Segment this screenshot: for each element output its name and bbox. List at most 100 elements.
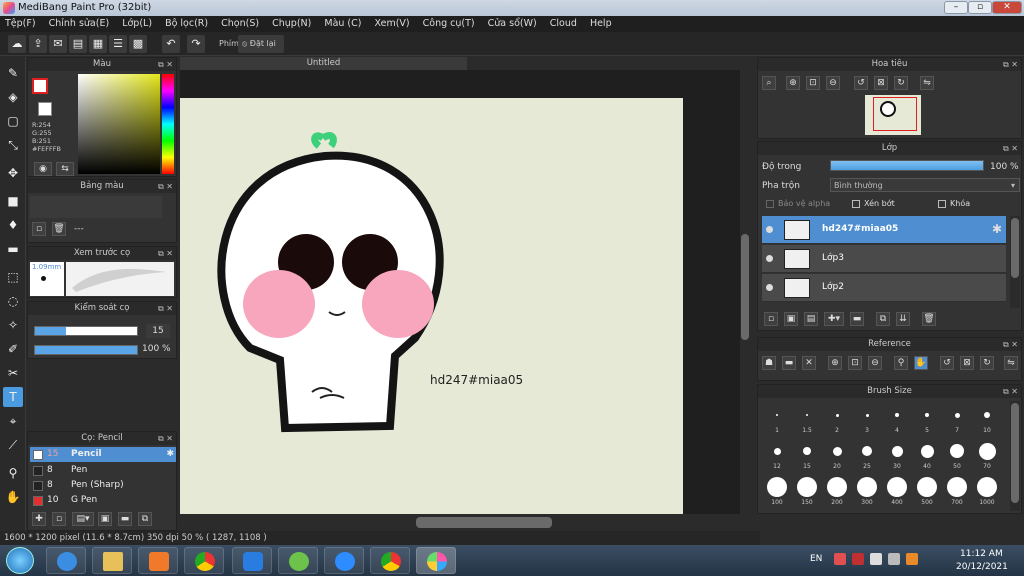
new-halftone-layer-icon[interactable]: ▣: [784, 312, 798, 326]
brush-copy-icon[interactable]: ▣: [98, 512, 112, 526]
brush-size-option[interactable]: 3: [852, 403, 882, 434]
panel-close-icon[interactable]: ⧉ ✕: [158, 58, 173, 71]
tray-network-icon[interactable]: [870, 553, 882, 565]
brush-size-option[interactable]: 20: [822, 439, 852, 470]
lock-checkbox[interactable]: [938, 200, 946, 208]
menu-edit[interactable]: Chỉnh sửa(E): [44, 16, 115, 29]
brush-item-pencil[interactable]: 15 Pencil ✱: [30, 447, 176, 462]
gear-icon[interactable]: ✱: [992, 222, 1002, 236]
new-brush-icon[interactable]: ▫: [52, 512, 66, 526]
layer-scroll-thumb[interactable]: [1011, 218, 1019, 278]
divide-tool-icon[interactable]: ⟋: [3, 435, 23, 455]
vertical-scroll-thumb[interactable]: [741, 234, 749, 340]
menu-help[interactable]: Help: [585, 16, 617, 29]
brush-menu-icon[interactable]: ▤▾: [72, 512, 94, 526]
document-tab[interactable]: Untitled: [180, 57, 467, 70]
brush-size-option[interactable]: 50: [942, 439, 972, 470]
brush-size-option[interactable]: 12: [762, 439, 792, 470]
taskbar-ie[interactable]: [46, 547, 86, 574]
menu-filter[interactable]: Bộ lọc(R): [160, 16, 213, 29]
blend-mode-select[interactable]: Bình thường ▾: [830, 178, 1020, 192]
brush-size-option[interactable]: 1.5: [792, 403, 822, 434]
select-pen-tool-icon[interactable]: ✐: [3, 339, 23, 359]
text-tool-icon[interactable]: T: [3, 387, 23, 407]
new-folder-icon[interactable]: ▬: [850, 312, 864, 326]
brush-size-option[interactable]: 1000: [972, 475, 1002, 506]
lasso-tool-icon[interactable]: ◌: [3, 291, 23, 311]
protect-alpha-checkbox[interactable]: [766, 200, 774, 208]
brush-item-pen[interactable]: 8 Pen: [30, 463, 176, 478]
reference-add-icon[interactable]: ☗: [762, 356, 776, 370]
grid-icon[interactable]: ▩: [129, 35, 147, 53]
layer-row[interactable]: Lớp2: [762, 274, 1006, 302]
brush-size-option[interactable]: 10: [972, 403, 1002, 434]
taskbar-media[interactable]: [138, 547, 178, 574]
reference-fit-window-icon[interactable]: ⊠: [960, 356, 974, 370]
brush-size-option[interactable]: 400: [882, 475, 912, 506]
dot-tool-icon[interactable]: ⤡: [3, 135, 23, 155]
rectangle-tool-icon[interactable]: ▢: [3, 111, 23, 131]
panel-close-icon[interactable]: ⧉ ✕: [1003, 58, 1018, 71]
reference-hand-icon[interactable]: ✋: [914, 356, 928, 370]
canvas-text-layer[interactable]: hd247#miaa05: [430, 373, 523, 387]
brush-size-scrollbar[interactable]: [1010, 401, 1020, 511]
brush-size-option[interactable]: 30: [882, 439, 912, 470]
tray-app-icon[interactable]: [834, 553, 846, 565]
start-button-icon[interactable]: [6, 547, 34, 574]
rotate-left-icon[interactable]: ↺: [854, 76, 868, 90]
reference-close-icon[interactable]: ✕: [802, 356, 816, 370]
export-icon[interactable]: ⇪: [29, 35, 47, 53]
menu-select[interactable]: Chọn(S): [216, 16, 264, 29]
duplicate-layer-icon[interactable]: ⧉: [876, 312, 890, 326]
menu-snap[interactable]: Chụp(N): [267, 16, 316, 29]
tray-volume-icon[interactable]: [888, 553, 900, 565]
panel-close-icon[interactable]: ⧉ ✕: [158, 302, 173, 315]
panel-close-icon[interactable]: ⧉ ✕: [1003, 338, 1018, 351]
tray-other-icon[interactable]: [906, 553, 918, 565]
fill-rect-tool-icon[interactable]: ■: [3, 191, 23, 211]
brush-size-option[interactable]: 2: [822, 403, 852, 434]
panel-close-icon[interactable]: ⧉ ✕: [1003, 385, 1018, 398]
gradient-tool-icon[interactable]: ▬: [3, 239, 23, 259]
reference-zoom-out-icon[interactable]: ⊖: [868, 356, 882, 370]
gear-icon[interactable]: ✱: [166, 447, 174, 462]
clipping-checkbox[interactable]: [852, 200, 860, 208]
layer-scrollbar[interactable]: [1010, 216, 1020, 308]
brush-duplicate-icon[interactable]: ⧉: [138, 512, 152, 526]
panel-close-icon[interactable]: ⧉ ✕: [158, 432, 173, 445]
brush-size-option[interactable]: 100: [762, 475, 792, 506]
merge-layer-icon[interactable]: ⇊: [896, 312, 910, 326]
delete-layer-icon[interactable]: 🗑: [922, 312, 936, 326]
taskbar-zalo[interactable]: [232, 547, 272, 574]
layer-row[interactable]: hd247#miaa05 ✱: [762, 216, 1006, 244]
brush-item-pen-sharp[interactable]: 8 Pen (Sharp): [30, 478, 176, 493]
tray-antivirus-icon[interactable]: [852, 553, 864, 565]
comment-icon[interactable]: ✉: [49, 35, 67, 53]
foreground-color-swatch[interactable]: [32, 78, 48, 94]
reference-rotate-right-icon[interactable]: ↻: [980, 356, 994, 370]
canvas-horizontal-scrollbar[interactable]: [180, 514, 740, 531]
brush-size-scroll-thumb[interactable]: [1011, 403, 1019, 503]
zoom-out-icon[interactable]: ⊖: [826, 76, 840, 90]
menu-window[interactable]: Cửa sổ(W): [483, 16, 542, 29]
actual-size-icon[interactable]: ⊡: [806, 76, 820, 90]
delete-palette-icon[interactable]: 🗑: [52, 222, 66, 236]
brush-size-option[interactable]: 5: [912, 403, 942, 434]
brush-size-option[interactable]: 700: [942, 475, 972, 506]
close-button[interactable]: ✕: [992, 1, 1022, 14]
minimize-button[interactable]: –: [944, 1, 968, 14]
zoom-in-icon[interactable]: ⊕: [786, 76, 800, 90]
background-color-swatch[interactable]: [38, 102, 52, 116]
color-mode-icon[interactable]: ◉: [34, 162, 52, 176]
brush-folder-icon[interactable]: ▬: [118, 512, 132, 526]
brush-size-option[interactable]: 150: [792, 475, 822, 506]
panel-close-icon[interactable]: ⧉ ✕: [158, 247, 173, 260]
cloud-icon[interactable]: ☁: [8, 35, 26, 53]
hand-tool-icon[interactable]: ✋: [3, 487, 23, 507]
canvas-vertical-scrollbar[interactable]: [740, 70, 750, 514]
color-swap-icon[interactable]: ⇆: [56, 162, 74, 176]
magic-wand-tool-icon[interactable]: ✧: [3, 315, 23, 335]
horizontal-scroll-thumb[interactable]: [416, 517, 552, 528]
layer-row[interactable]: Lớp3: [762, 245, 1006, 273]
list-icon[interactable]: ☰: [109, 35, 127, 53]
